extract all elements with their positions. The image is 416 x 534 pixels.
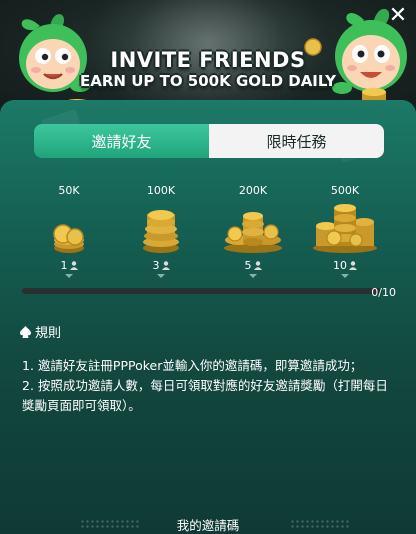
person-icon bbox=[349, 261, 357, 270]
gold-coins-icon bbox=[224, 212, 282, 253]
rules-body: 1. 邀請好友註冊PPPoker並輸入你的邀請碼，即算邀請成功； 2. 按照成功… bbox=[22, 356, 394, 416]
gold-coins-icon bbox=[53, 224, 84, 253]
tab-limited-tasks[interactable]: 限時任務 bbox=[209, 124, 384, 158]
person-icon bbox=[161, 261, 170, 270]
tier-friend-count: 5 bbox=[245, 259, 262, 272]
tier-friend-count: 10 bbox=[333, 259, 357, 272]
tier-amount: 500K bbox=[330, 184, 360, 197]
tier-amount: 100K bbox=[146, 184, 176, 197]
tier-arrow-icon bbox=[249, 274, 257, 278]
invite-panel: 邀請好友 限時任務 50K 1 100K 3 200K 5 500K 10 0/… bbox=[0, 100, 416, 534]
rules-heading: 規則 bbox=[20, 322, 61, 341]
coin-icon bbox=[304, 38, 322, 56]
tier-count-value: 1 bbox=[60, 259, 68, 272]
tab-invite-friends[interactable]: 邀請好友 bbox=[34, 124, 209, 158]
progress-text: 0/10 bbox=[371, 286, 396, 299]
person-icon bbox=[253, 261, 262, 270]
reward-tier: 50K 1 bbox=[34, 184, 104, 278]
spade-icon bbox=[20, 325, 31, 338]
tier-count-value: 10 bbox=[333, 259, 347, 272]
tier-friend-count: 3 bbox=[153, 259, 170, 272]
rule-item: 1. 邀請好友註冊PPPoker並輸入你的邀請碼，即算邀請成功； bbox=[22, 358, 363, 373]
rules-title: 規則 bbox=[35, 326, 62, 341]
tier-arrow-icon bbox=[341, 274, 349, 278]
invite-progress-bar bbox=[22, 288, 382, 294]
tier-count-value: 5 bbox=[244, 259, 252, 272]
tier-amount: 200K bbox=[238, 184, 268, 197]
tab-bar: 邀請好友 限時任務 bbox=[34, 124, 384, 158]
tier-arrow-icon bbox=[65, 274, 73, 278]
tier-count-value: 3 bbox=[152, 259, 160, 272]
person-icon bbox=[69, 261, 78, 270]
my-invite-code-label: 我的邀請碼 bbox=[176, 518, 240, 533]
reward-tier: 100K 3 bbox=[126, 184, 196, 278]
close-icon[interactable]: ✕ bbox=[384, 2, 412, 30]
banner-title: INVITE FRIENDS bbox=[110, 48, 306, 72]
tier-amount: 50K bbox=[58, 184, 80, 197]
banner-subtitle: EARN UP TO 500K GOLD DAILY bbox=[80, 72, 336, 90]
gold-coins-icon bbox=[143, 210, 179, 253]
rule-item: 2. 按照成功邀請人數，每日可領取對應的好友邀請獎勵（打開每日獎勵頁面即可領取）… bbox=[22, 378, 388, 413]
tier-friend-count: 1 bbox=[61, 259, 78, 272]
reward-tier: 500K 10 bbox=[310, 184, 380, 278]
reward-tier: 200K 5 bbox=[218, 184, 288, 278]
tier-arrow-icon bbox=[157, 274, 165, 278]
gold-coins-icon bbox=[313, 204, 377, 253]
